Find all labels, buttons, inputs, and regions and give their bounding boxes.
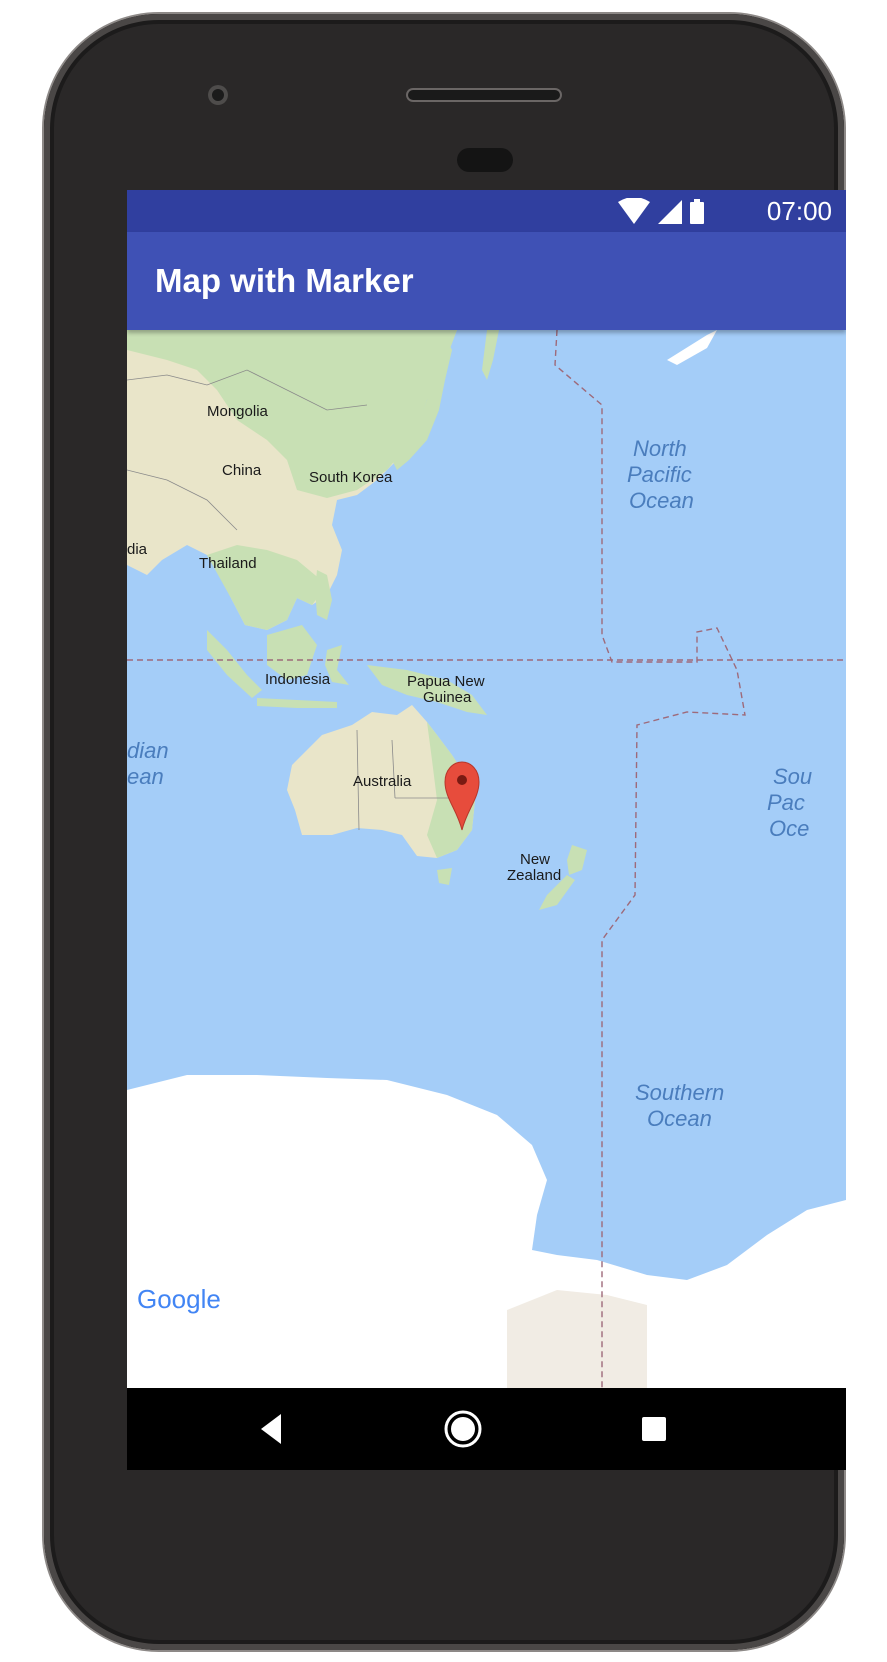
- proximity-sensor: [457, 148, 513, 172]
- app-bar: Map with Marker: [127, 232, 846, 330]
- cell-signal-icon: [658, 200, 682, 224]
- navigation-bar: [127, 1388, 846, 1470]
- map-view[interactable]: Mongolia China South Korea dia Thailand …: [127, 330, 846, 1388]
- app-title: Map with Marker: [155, 262, 414, 299]
- map-canvas[interactable]: Mongolia China South Korea dia Thailand …: [127, 330, 846, 1388]
- label-south-pacific-1: Sou: [773, 764, 812, 789]
- label-mongolia: Mongolia: [207, 403, 269, 420]
- google-attribution[interactable]: Google: [137, 1284, 221, 1314]
- status-time: 07:00: [766, 196, 832, 226]
- label-southern-1: Southern: [635, 1080, 724, 1105]
- label-southern-2: Ocean: [647, 1106, 712, 1131]
- recents-icon[interactable]: [629, 1404, 679, 1454]
- label-papua-line1: Papua New: [407, 673, 485, 690]
- status-bar: 07:00: [127, 190, 846, 232]
- label-indian-2: ean: [127, 764, 164, 789]
- status-icons: [618, 198, 704, 224]
- screen: 07:00 Map with Marker Mongolia China Sou…: [127, 190, 846, 1470]
- label-indonesia: Indonesia: [265, 671, 331, 688]
- label-south-pacific-2: Pac: [767, 790, 805, 815]
- label-nz-line1: New: [520, 851, 550, 868]
- home-icon[interactable]: [438, 1404, 488, 1454]
- label-north-pacific-2: Pacific: [627, 462, 692, 487]
- battery-icon: [690, 202, 704, 224]
- label-north-pacific-3: Ocean: [629, 488, 694, 513]
- earpiece-speaker: [406, 88, 562, 102]
- wifi-icon: [618, 198, 650, 224]
- label-nz-line2: Zealand: [507, 867, 561, 884]
- phone-frame: 07:00 Map with Marker Mongolia China Sou…: [44, 14, 846, 1650]
- front-camera: [208, 85, 228, 105]
- antarctica-shelf: [507, 1290, 647, 1388]
- label-australia: Australia: [353, 773, 412, 790]
- label-south-korea: South Korea: [309, 469, 393, 486]
- marker-dot: [457, 775, 467, 785]
- label-north-pacific-1: North: [633, 436, 687, 461]
- label-south-pacific-3: Oce: [769, 816, 809, 841]
- label-papua-line2: Guinea: [423, 689, 472, 706]
- back-icon[interactable]: [247, 1404, 297, 1454]
- label-indian-1: dian: [127, 738, 169, 763]
- label-china: China: [222, 462, 262, 479]
- label-thailand: Thailand: [199, 555, 257, 572]
- label-india-partial: dia: [127, 541, 148, 558]
